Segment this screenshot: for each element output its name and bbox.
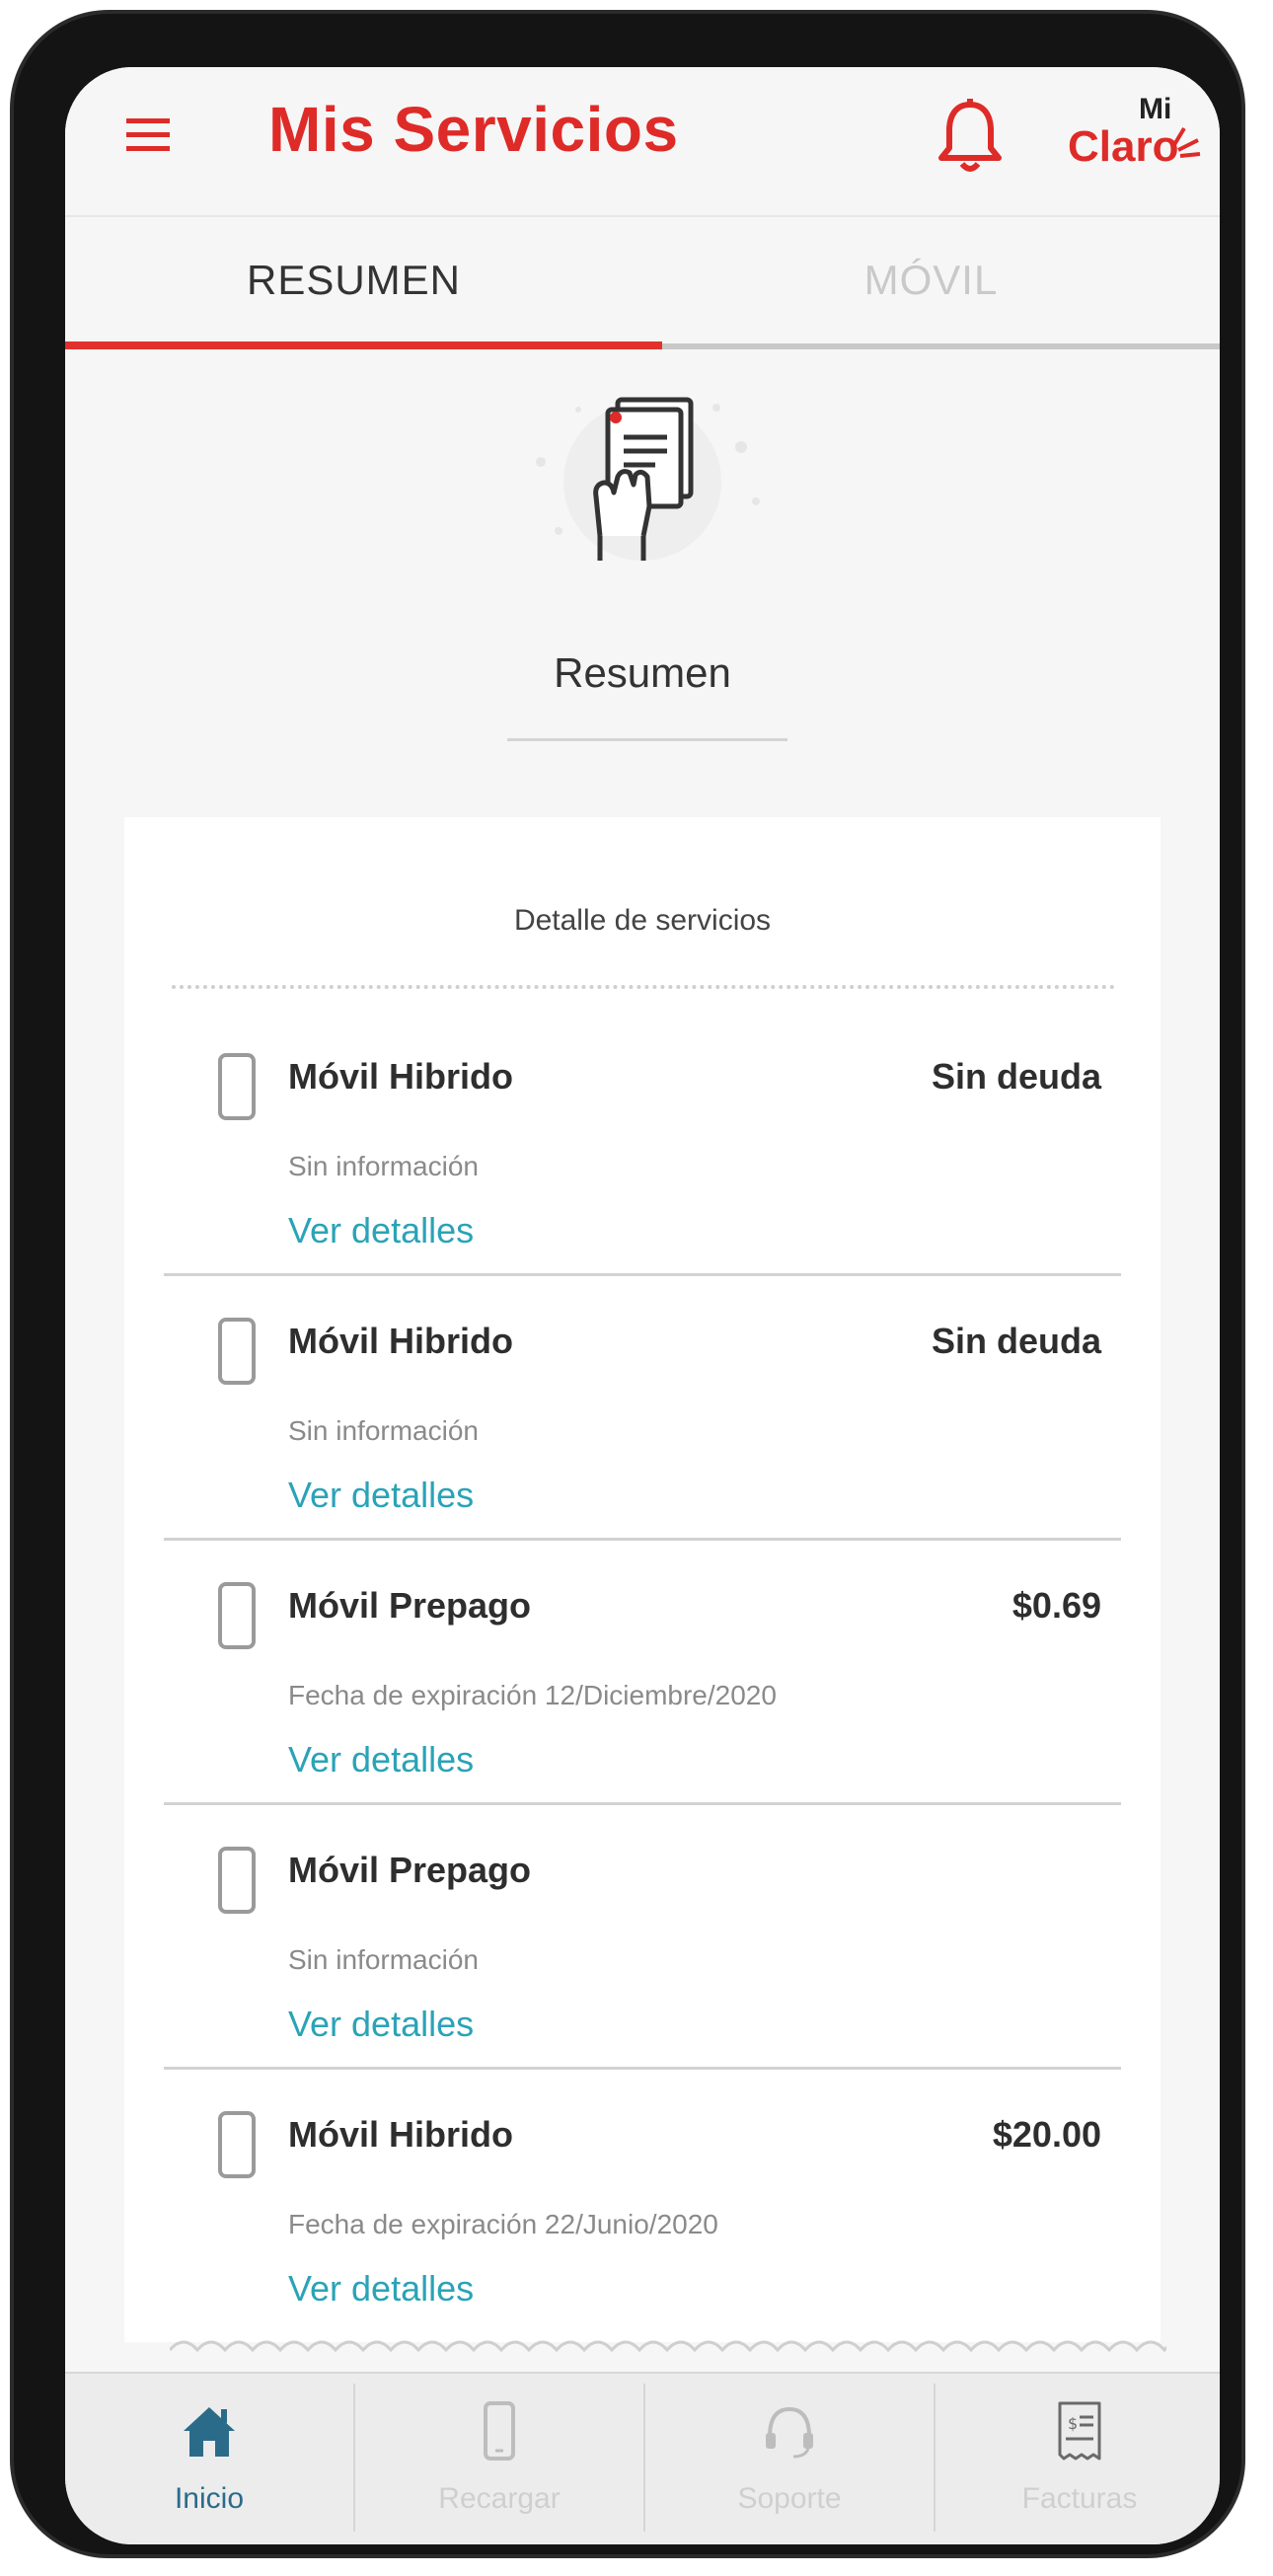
service-name: Móvil Hibrido: [288, 1056, 513, 1097]
notification-bell-icon[interactable]: [934, 97, 1007, 176]
service-row: Móvil Hibrido Sin deuda Sin información …: [124, 1279, 1161, 1544]
view-details-link[interactable]: Ver detalles: [288, 2004, 474, 2045]
mobile-phone-icon: [218, 1582, 256, 1649]
service-info: Fecha de expiración 12/Diciembre/2020: [288, 1680, 777, 1710]
service-row: Móvil Hibrido $20.00 Fecha de expiración…: [124, 2073, 1161, 2337]
phone-frame: Mis Servicios Mi Claro RESUMEN MÓVIL Res…: [14, 14, 1241, 2554]
mobile-phone-icon: [218, 2111, 256, 2178]
service-amount: $20.00: [992, 2114, 1101, 2155]
claro-rays-icon: [1170, 126, 1201, 158]
row-divider: [164, 2067, 1121, 2070]
nav-label-facturas: Facturas: [1021, 2482, 1138, 2515]
service-amount: Sin deuda: [931, 1056, 1101, 1097]
row-divider: [164, 1802, 1121, 1805]
tab-indicator-track: [662, 343, 1220, 349]
phone-recharge-icon: [484, 2401, 515, 2461]
nav-item-recargar[interactable]: Recargar: [355, 2374, 643, 2544]
home-icon: [184, 2407, 235, 2457]
service-name: Móvil Prepago: [288, 1850, 532, 1890]
mi-claro-logo[interactable]: Mi Claro: [1068, 93, 1201, 188]
row-divider: [164, 1538, 1121, 1541]
service-name: Móvil Prepago: [288, 1585, 532, 1626]
service-row: Móvil Prepago Sin información Ver detall…: [124, 1808, 1161, 2073]
section-heading: Resumen: [554, 649, 731, 696]
tab-bar: RESUMEN MÓVIL: [65, 215, 1220, 351]
service-amount: $0.69: [1011, 1585, 1101, 1626]
document-hand-illustration-icon: [536, 397, 760, 561]
invoice-icon: $: [1058, 2401, 1101, 2461]
page-title: Mis Servicios: [268, 94, 679, 165]
nav-item-inicio[interactable]: Inicio: [65, 2374, 353, 2544]
tab-movil[interactable]: MÓVIL: [642, 217, 1220, 343]
nav-item-soporte[interactable]: Soporte: [645, 2374, 934, 2544]
mobile-phone-icon: [218, 1318, 256, 1385]
card-title-divider: [172, 985, 1115, 989]
active-tab-indicator: [65, 341, 662, 349]
service-info: Sin información: [288, 1151, 479, 1181]
nav-item-facturas[interactable]: $ Facturas: [936, 2374, 1220, 2544]
service-row: Móvil Hibrido Sin deuda Sin información …: [124, 1015, 1161, 1279]
card-title: Detalle de servicios: [513, 904, 772, 937]
mobile-phone-icon: [218, 1847, 256, 1914]
support-headset-icon: [766, 2406, 813, 2459]
hamburger-menu-icon[interactable]: [122, 107, 182, 166]
nav-label-inicio: Inicio: [174, 2482, 245, 2515]
service-row: Móvil Prepago $0.69 Fecha de expiración …: [124, 1544, 1161, 1808]
bottom-navigation: Inicio Recargar Soporte $ Facturas: [65, 2372, 1220, 2544]
view-details-link[interactable]: Ver detalles: [288, 1475, 474, 1516]
view-details-link[interactable]: Ver detalles: [288, 1210, 474, 1251]
service-name: Móvil Hibrido: [288, 1321, 513, 1361]
service-name: Móvil Hibrido: [288, 2114, 513, 2155]
service-info: Fecha de expiración 22/Junio/2020: [288, 2209, 718, 2239]
svg-text:$: $: [1068, 2414, 1078, 2433]
app-screen: Mis Servicios Mi Claro RESUMEN MÓVIL Res…: [65, 67, 1220, 2544]
tab-resumen[interactable]: RESUMEN: [65, 217, 642, 343]
view-details-link[interactable]: Ver detalles: [288, 1739, 474, 1780]
nav-label-soporte: Soporte: [737, 2482, 842, 2515]
service-amount: Sin deuda: [931, 1321, 1101, 1361]
service-info: Sin información: [288, 1944, 479, 1975]
service-info: Sin información: [288, 1415, 479, 1446]
torn-edge-wave: [170, 2340, 1166, 2353]
nav-label-recargar: Recargar: [438, 2482, 561, 2515]
app-bar: Mis Servicios Mi Claro: [65, 67, 1220, 215]
mobile-phone-icon: [218, 1053, 256, 1120]
view-details-link[interactable]: Ver detalles: [288, 2268, 474, 2310]
services-card: Detalle de servicios Móvil Hibrido Sin d…: [124, 817, 1166, 2353]
section-heading-rule: [507, 738, 787, 741]
row-divider: [164, 1273, 1121, 1276]
